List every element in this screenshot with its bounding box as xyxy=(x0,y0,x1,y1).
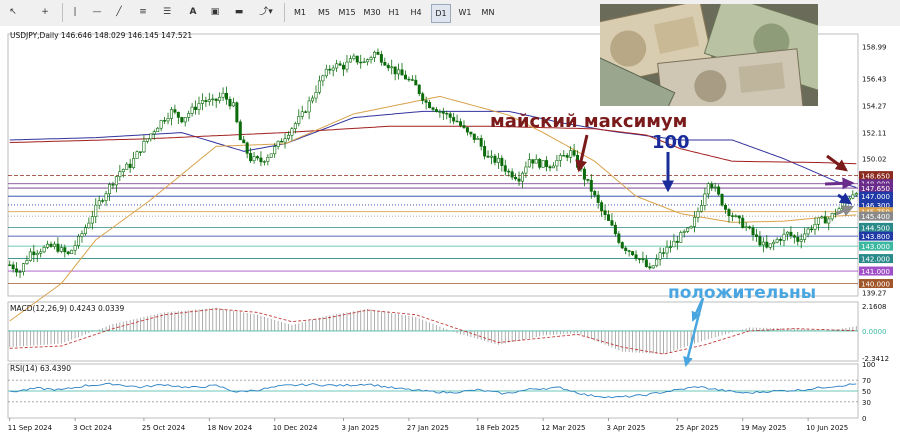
price-tick: 150.02 xyxy=(862,156,887,164)
svg-text:141.000: 141.000 xyxy=(861,268,890,276)
candle xyxy=(135,150,139,159)
trendline-icon[interactable]: ╱ xyxy=(112,4,126,21)
candle xyxy=(720,193,724,207)
level-label-8: 143.800 xyxy=(859,231,893,241)
price-tick: 152.11 xyxy=(862,129,887,137)
level-label-6: 145.400 xyxy=(859,211,893,221)
price-tick: 154.27 xyxy=(862,102,887,110)
timeframe-m15[interactable]: M15 xyxy=(336,4,358,21)
level-label-11: 141.000 xyxy=(859,266,893,276)
rsi-tick: 0 xyxy=(862,415,866,423)
level-label-9: 143.000 xyxy=(859,241,893,251)
timeframe-d1[interactable]: D1 xyxy=(431,4,451,23)
svg-text:144.500: 144.500 xyxy=(861,224,890,232)
price-tick: 158.99 xyxy=(862,44,887,52)
text-icon[interactable]: A xyxy=(186,4,200,21)
fibonacci-icon[interactable]: ☰ xyxy=(160,4,174,21)
candle xyxy=(541,160,545,168)
timeframe-m1[interactable]: M1 xyxy=(290,4,310,21)
channel-icon[interactable]: ≡ xyxy=(136,4,150,21)
time-label: 25 Oct 2024 xyxy=(142,424,186,432)
annotation-may-max: майский максимум xyxy=(490,111,687,132)
shapes-icon[interactable]: ▬ xyxy=(232,4,246,21)
crosshair-icon[interactable]: + xyxy=(38,4,52,21)
macd-tick: 0.0000 xyxy=(862,328,887,336)
svg-text:147.000: 147.000 xyxy=(861,193,890,201)
svg-text:142.000: 142.000 xyxy=(861,256,890,264)
rsi-title: RSI(14) 63.4390 xyxy=(10,364,71,373)
cursor-icon[interactable]: ↖ xyxy=(6,4,20,21)
separator xyxy=(62,3,63,22)
candle xyxy=(70,249,74,255)
candle xyxy=(620,241,624,250)
arrows-dropdown-icon[interactable]: ⤴▾ xyxy=(256,4,276,21)
timeframe-h4[interactable]: H4 xyxy=(408,4,424,21)
rsi-tick: 50 xyxy=(862,388,871,396)
time-label: 10 Jun 2025 xyxy=(806,424,848,432)
time-label: 19 May 2025 xyxy=(741,424,787,432)
timeframe-m5[interactable]: M5 xyxy=(314,4,334,21)
time-label: 3 Apr 2025 xyxy=(607,424,646,432)
time-label: 3 Oct 2024 xyxy=(73,424,112,432)
annotation-positive: положительны xyxy=(668,283,816,303)
time-label: 18 Nov 2024 xyxy=(207,424,252,432)
rsi-tick: 70 xyxy=(862,377,871,385)
time-label: 10 Dec 2024 xyxy=(273,424,318,432)
candle xyxy=(679,230,683,243)
price-tick: 139.27 xyxy=(862,290,887,298)
level-arrow-purple xyxy=(824,177,855,190)
timeframe-m30[interactable]: M30 xyxy=(361,4,383,21)
symbol-info: USDJPY,Daily 146.646 148.029 146.145 147… xyxy=(10,31,192,40)
macd-tick: 2.1608 xyxy=(862,303,887,311)
price-tick: 156.43 xyxy=(862,76,887,84)
level-label-2: 147.650 xyxy=(859,183,893,193)
time-label: 25 Apr 2025 xyxy=(675,424,718,432)
label-icon[interactable]: ▣ xyxy=(208,4,222,21)
horizontal-line-icon[interactable]: — xyxy=(90,4,104,21)
rsi-tick: 30 xyxy=(862,399,871,407)
candle xyxy=(269,153,273,158)
svg-text:140.000: 140.000 xyxy=(861,281,890,289)
level-label-10: 142.000 xyxy=(859,254,893,264)
time-label: 18 Feb 2025 xyxy=(476,424,520,432)
annotation-hundred: 100 xyxy=(652,132,690,153)
level-label-0: 148.650 xyxy=(859,171,893,181)
separator xyxy=(284,3,285,22)
svg-text:143.800: 143.800 xyxy=(861,233,890,241)
vertical-line-icon[interactable]: | xyxy=(68,4,82,21)
currency-photo xyxy=(600,4,818,106)
svg-text:145.400: 145.400 xyxy=(861,213,890,221)
macd-title: MACD(12,26,9) 0.4243 0.0339 xyxy=(10,304,124,313)
level-labels: 148.650148.000147.650147.000146.300145.7… xyxy=(859,171,893,289)
time-label: 3 Jan 2025 xyxy=(342,424,380,432)
time-label: 12 Mar 2025 xyxy=(541,424,585,432)
candle xyxy=(235,101,239,124)
timeframe-mn[interactable]: MN xyxy=(479,4,497,21)
rsi-tick: 100 xyxy=(862,361,875,369)
candle xyxy=(238,119,242,141)
timeframe-h1[interactable]: H1 xyxy=(386,4,402,21)
time-label: 27 Jan 2025 xyxy=(407,424,449,432)
level-label-12: 140.000 xyxy=(859,279,893,289)
timeframe-w1[interactable]: W1 xyxy=(456,4,474,21)
time-label: 11 Sep 2024 xyxy=(8,424,53,432)
level-label-7: 144.500 xyxy=(859,222,893,232)
svg-text:143.000: 143.000 xyxy=(861,243,890,251)
level-label-3: 147.000 xyxy=(859,191,893,201)
